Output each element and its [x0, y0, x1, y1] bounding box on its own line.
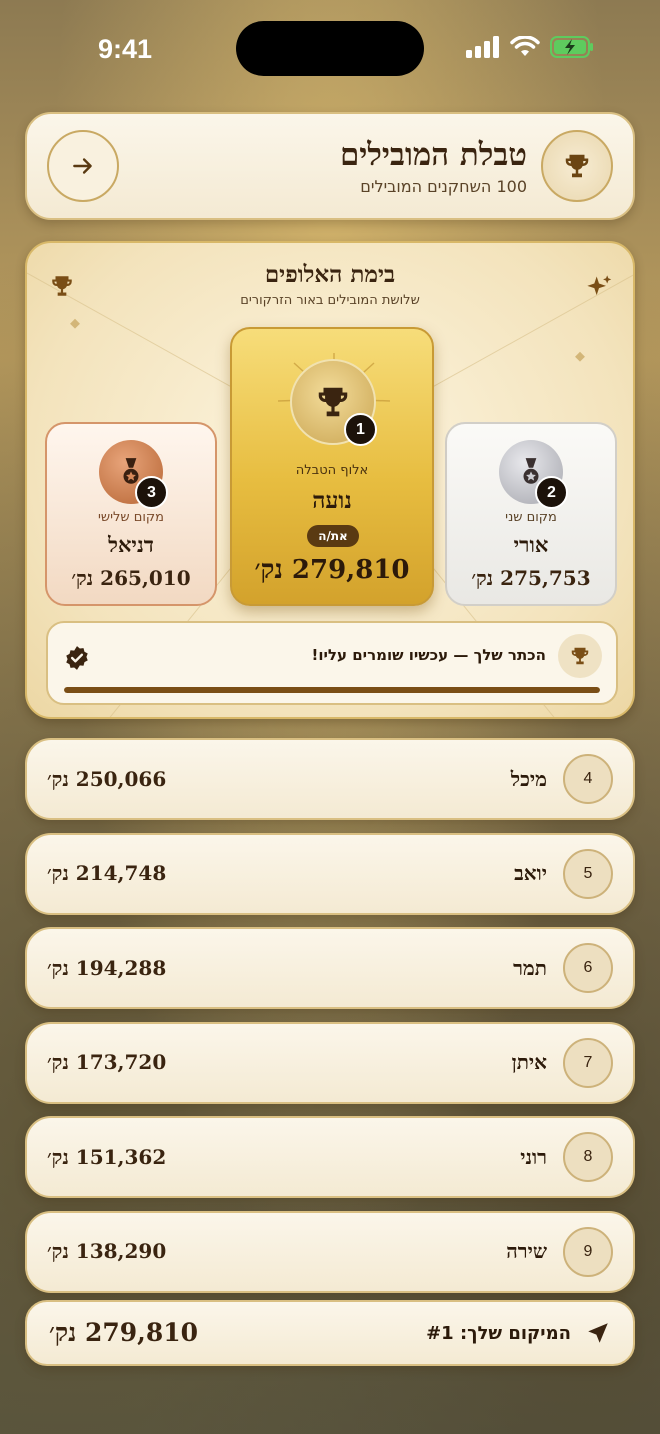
rank-number: 8: [563, 1132, 613, 1182]
player-name: איתן: [511, 1050, 547, 1074]
place-label: מקום שני: [505, 510, 557, 525]
signal-icon: [466, 36, 499, 58]
verified-badge-icon: [64, 645, 90, 675]
crown-trophy-badge: [558, 634, 602, 678]
crown-status-bar: הכתר שלך — עכשיו שומרים עליו!: [46, 621, 618, 705]
player-name: רוני: [520, 1144, 547, 1169]
player-score: 250,066 נק׳: [47, 766, 167, 791]
podium-first-place[interactable]: 1 אלוף הטבלה נועה את/ה 279,810 נק׳: [230, 327, 434, 606]
player-score: 151,362 נק׳: [47, 1144, 167, 1169]
rank-badge: 2: [535, 476, 568, 509]
player-name: יואב: [514, 861, 547, 885]
player-name: נועה: [312, 487, 352, 514]
podium-subtitle: שלושת המובילים באור הזרקורים: [240, 293, 420, 308]
podium-card: בימת האלופים שלושת המובילים באור הזרקורי…: [25, 241, 635, 719]
progress-fill: [64, 687, 600, 693]
leaderboard-row[interactable]: 7 איתן 173,720 נק׳: [25, 1021, 635, 1104]
header-card: טבלת המובילים 100 השחקנים המובילים: [25, 112, 635, 220]
page-subtitle: 100 השחקנים המובילים: [360, 176, 527, 196]
rank-badge: 1: [344, 413, 377, 446]
leaderboard-row[interactable]: 6 תמר 194,288 נק׳: [25, 927, 635, 1009]
status-icons: [466, 36, 594, 58]
leaderboard-row[interactable]: 4 מיכל 250,066 נק׳: [25, 738, 635, 820]
leaderboard-row[interactable]: 5 יואב 214,748 נק׳: [25, 832, 635, 915]
arrow-right-icon: [73, 158, 92, 174]
player-name: מיכל: [510, 766, 547, 791]
rank-number: 4: [563, 754, 613, 804]
player-score: 275,753 נק׳: [471, 566, 591, 590]
player-name: דניאל: [108, 532, 154, 557]
trophy-icon: [318, 387, 348, 417]
my-rank-bar[interactable]: המיקום שלך: #1 279,810 נק׳: [25, 1300, 635, 1366]
player-name: תמר: [513, 955, 547, 980]
status-bar: 9:41: [0, 0, 660, 100]
my-score: 279,810 נק׳: [49, 1318, 199, 1347]
trophy-icon: [571, 647, 589, 665]
crown-progress-bar: [64, 687, 600, 693]
place-label: מקום שלישי: [98, 510, 164, 525]
player-score: 194,288 נק׳: [47, 955, 167, 980]
status-time: 9:41: [98, 34, 153, 64]
rank-number: 7: [563, 1037, 613, 1088]
podium-third-place[interactable]: 3 מקום שלישי דניאל 265,010 נק׳: [45, 422, 217, 606]
place-label: אלוף הטבלה: [295, 463, 369, 478]
rank-number: 6: [563, 943, 613, 993]
rank-number: 5: [563, 848, 613, 899]
page-title: טבלת המובילים: [339, 136, 527, 173]
podium-title: בימת האלופים: [264, 261, 396, 288]
header-trophy-badge: [541, 130, 613, 202]
player-score: 173,720 נק׳: [47, 1050, 167, 1074]
player-name: שירה: [506, 1239, 547, 1263]
player-score: 265,010 נק׳: [71, 566, 191, 590]
player-score: 214,748 נק׳: [47, 861, 167, 885]
battery-icon: [550, 36, 593, 58]
back-button[interactable]: [47, 130, 119, 202]
you-badge: את/ה: [307, 525, 359, 547]
navigation-arrow-icon: [588, 1323, 608, 1343]
trophy-icon: [565, 154, 589, 178]
rank-number: 9: [563, 1226, 613, 1277]
crown-message: הכתר שלך — עכשיו שומרים עליו!: [311, 646, 546, 664]
my-rank-label: המיקום שלך: #1: [426, 1322, 571, 1344]
leaderboard-row[interactable]: 9 שירה 138,290 נק׳: [25, 1210, 635, 1293]
dynamic-island: [236, 21, 424, 76]
wifi-icon: [510, 36, 540, 56]
player-score: 138,290 נק׳: [47, 1239, 167, 1263]
podium-second-place[interactable]: 2 מקום שני אורי 275,753 נק׳: [445, 422, 617, 606]
player-score: 279,810 נק׳: [254, 555, 410, 585]
rank-badge: 3: [135, 476, 168, 509]
leaderboard-row[interactable]: 8 רוני 151,362 נק׳: [25, 1116, 635, 1198]
player-name: אורי: [513, 532, 549, 557]
